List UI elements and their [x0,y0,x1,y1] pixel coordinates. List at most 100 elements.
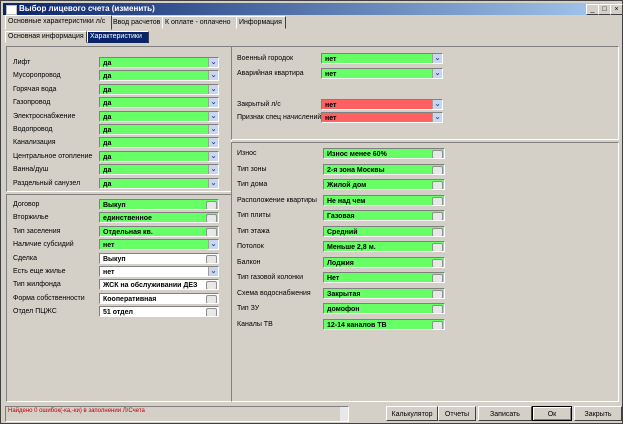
chevron-down-icon[interactable]: ⌄ [208,71,218,81]
hot-water-combo[interactable]: да ⌄ [99,83,219,95]
contract-field[interactable]: Выкуп [99,199,219,210]
lookup-button-icon[interactable] [432,289,443,298]
housing-fund-type-field[interactable]: ЖСК на обслуживании ДЕЗ [99,279,219,291]
chevron-down-icon[interactable]: ⌄ [208,165,218,175]
zone-type-field[interactable]: 2-я зона Москвы [323,163,445,175]
ceiling-field[interactable]: Меньше 2,8 м. [323,241,445,252]
chevron-down-icon[interactable]: ⌄ [432,69,442,78]
closed-account-combo[interactable]: нет ⌄ [321,99,443,110]
chevron-down-icon[interactable]: ⌄ [432,54,442,63]
lookup-button-icon[interactable] [206,308,217,317]
tab-payment[interactable]: К оплате - оплачено [162,16,238,29]
field-label: Тип жилфонда [13,281,61,289]
lookup-button-icon[interactable] [206,254,217,263]
secondary-housing-field[interactable]: единственное [99,212,219,224]
lookup-button-icon[interactable] [206,281,217,290]
field-value: единственное [103,215,152,223]
close-icon[interactable]: × [610,4,623,15]
bath-shower-combo[interactable]: да ⌄ [99,164,219,176]
military-town-combo[interactable]: нет ⌄ [321,53,443,64]
field-label: Балкон [237,258,261,266]
lookup-button-icon[interactable] [432,196,443,205]
tab-info[interactable]: Информация [236,16,286,29]
garbage-chute-combo[interactable]: да ⌄ [99,70,219,82]
field-label: Тип этажа [237,227,270,235]
field-label: Признак спец начислений [237,114,322,121]
lookup-button-icon[interactable] [432,212,443,220]
lookup-button-icon[interactable] [206,214,217,223]
lookup-button-icon[interactable] [432,320,443,329]
chevron-down-icon[interactable]: ⌄ [208,84,218,94]
wear-field[interactable]: Износ менее 60% [323,148,445,159]
lookup-button-icon[interactable] [432,150,443,158]
ok-button[interactable]: Ок [532,406,572,421]
chevron-down-icon[interactable]: ⌄ [208,98,218,108]
tab-basic-info[interactable]: Основная информация [5,31,87,43]
lookup-button-icon[interactable] [206,227,217,236]
chevron-down-icon[interactable]: ⌄ [208,240,218,250]
special-charges-combo[interactable]: нет ⌄ [321,112,443,123]
tv-channels-field[interactable]: 12-14 каналов ТВ [323,318,445,330]
separate-bathroom-combo[interactable]: да ⌄ [99,177,219,189]
balcony-field[interactable]: Лоджия [323,256,445,268]
chevron-down-icon[interactable]: ⌄ [432,100,442,109]
chevron-down-icon[interactable]: ⌄ [432,113,442,122]
lookup-button-icon[interactable] [432,227,443,236]
water-supply-combo[interactable]: да ⌄ [99,124,219,135]
close-button[interactable]: Закрыть [574,406,622,421]
field-label: Форма собственности [13,294,85,302]
settlement-type-field[interactable]: Отдельная кв. [99,225,219,237]
field-label: Наличие субсидий [13,241,74,249]
deal-field[interactable]: Выкуп [99,252,219,264]
chevron-down-icon[interactable]: ⌄ [208,58,218,67]
tab-input-calculations[interactable]: Ввод расчетов [110,16,164,29]
chevron-down-icon[interactable]: ⌄ [208,125,218,134]
field-value: Отдельная кв. [103,228,153,236]
lookup-button-icon[interactable] [432,258,443,267]
gas-heater-field[interactable]: Нет [323,272,445,283]
chevron-down-icon[interactable]: ⌄ [208,178,218,188]
lock-type-field[interactable]: домофон [323,303,445,314]
emergency-apartment-combo[interactable]: нет ⌄ [321,68,443,79]
floor-type-field[interactable]: Средний [323,225,445,237]
field-value: нет [325,56,337,63]
gas-combo[interactable]: да ⌄ [99,97,219,109]
calculator-button[interactable]: Калькулятор [386,406,438,421]
electricity-combo[interactable]: да ⌄ [99,110,219,122]
lookup-button-icon[interactable] [206,201,217,209]
chevron-down-icon[interactable]: ⌄ [208,267,218,276]
water-scheme-field[interactable]: Закрытая [323,287,445,299]
other-housing-combo[interactable]: нет ⌄ [99,266,219,277]
save-button[interactable]: Записать [478,406,532,421]
chevron-down-icon[interactable]: ⌄ [208,111,218,121]
tab-main-characteristics[interactable]: Основные характеристики л/с [5,15,112,30]
lookup-button-icon[interactable] [206,294,217,303]
ownership-form-field[interactable]: Кооперативная [99,292,219,304]
field-value: ЖСК на обслуживании ДЕЗ [103,282,198,290]
lift-combo[interactable]: да ⌄ [99,57,219,68]
field-label: Канализация [13,139,56,147]
tab-characteristics[interactable]: Характеристики [87,31,149,43]
chevron-down-icon[interactable]: ⌄ [208,138,218,148]
subsidy-combo[interactable]: нет ⌄ [99,239,219,251]
lookup-button-icon[interactable] [432,243,443,251]
field-label: Расположение квартиры [237,196,317,204]
chevron-down-icon[interactable]: ⌄ [208,151,218,161]
reports-button[interactable]: Отчеты [438,406,476,421]
field-value: Закрытая [327,290,361,298]
field-value: нет [325,115,337,122]
main-window: Выбор лицевого счета (изменить) _ □ × Ос… [0,0,623,424]
apartment-location-field[interactable]: Не над чем [323,194,445,206]
lookup-button-icon[interactable] [432,274,443,282]
lookup-button-icon[interactable] [432,305,443,313]
central-heating-combo[interactable]: да ⌄ [99,150,219,162]
department-field[interactable]: 51 отдел [99,306,219,318]
sewerage-combo[interactable]: да ⌄ [99,137,219,149]
lookup-button-icon[interactable] [432,181,443,189]
status-scrollbar[interactable] [340,407,348,421]
house-type-field[interactable]: Жилой дом [323,179,445,190]
field-value: нет [325,102,337,109]
field-label: Центральное отопление [13,152,93,160]
stove-type-field[interactable]: Газовая [323,210,445,221]
lookup-button-icon[interactable] [432,165,443,174]
